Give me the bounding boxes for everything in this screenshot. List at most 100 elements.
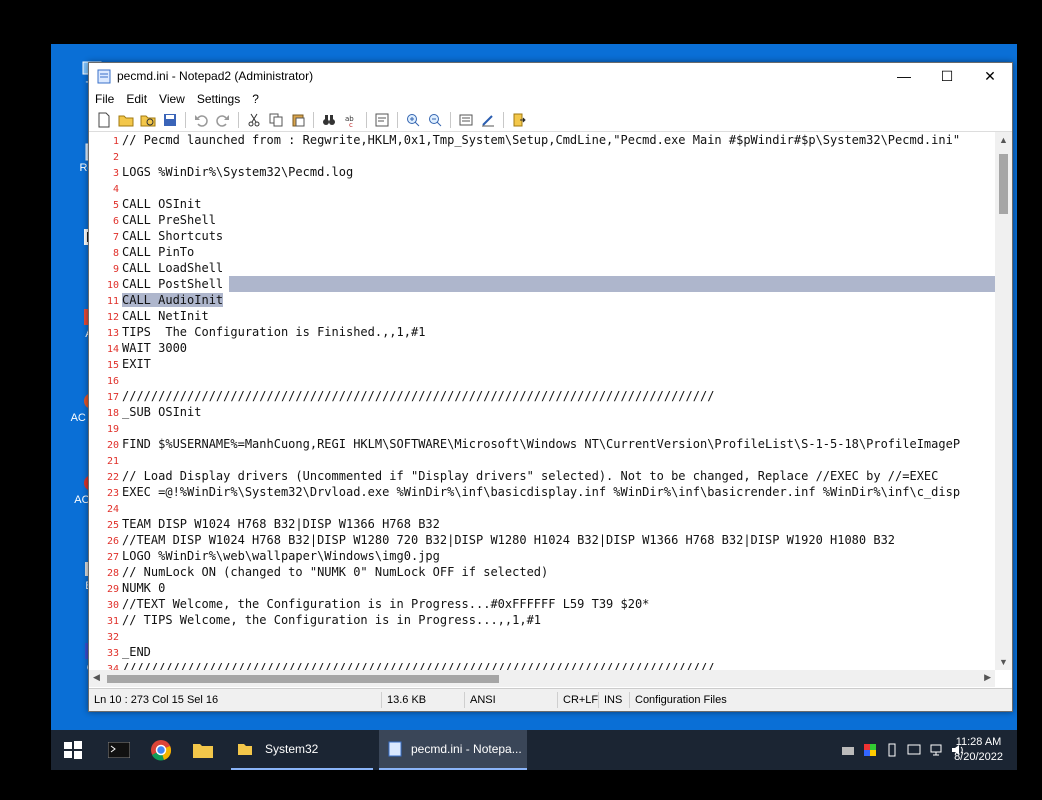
code-line[interactable]: 30//TEXT Welcome, the Configuration is i…: [89, 596, 995, 612]
code-line[interactable]: 9 CALL LoadShell: [89, 260, 995, 276]
scheme-icon[interactable]: [458, 112, 474, 128]
new-file-icon[interactable]: [96, 112, 112, 128]
code-line[interactable]: 16: [89, 372, 995, 388]
code-line[interactable]: 4: [89, 180, 995, 196]
code-line[interactable]: 19: [89, 420, 995, 436]
code-line[interactable]: 1// Pecmd launched from : Regwrite,HKLM,…: [89, 132, 995, 148]
title-bar[interactable]: pecmd.ini - Notepad2 (Administrator) — ☐…: [89, 63, 1012, 89]
taskbar-item-label: pecmd.ini - Notepa...: [411, 742, 522, 756]
code-text: EXEC =@!%WinDir%\System32\Drvload.exe %W…: [122, 485, 961, 499]
open-folder-icon[interactable]: [118, 112, 134, 128]
code-line[interactable]: 8 CALL PinTo: [89, 244, 995, 260]
status-eol[interactable]: CR+LF: [558, 692, 599, 708]
copy-icon[interactable]: [268, 112, 284, 128]
minimize-button[interactable]: —: [882, 63, 926, 89]
notepad2-window: pecmd.ini - Notepad2 (Administrator) — ☐…: [88, 62, 1013, 712]
code-line[interactable]: 2: [89, 148, 995, 164]
code-text: ////////////////////////////////////////…: [122, 661, 715, 670]
toolbar-separator: [238, 112, 239, 128]
code-line[interactable]: 24: [89, 500, 995, 516]
taskbar-item-notepad2[interactable]: pecmd.ini - Notepa...: [379, 730, 527, 770]
chat-icon: [907, 744, 921, 755]
code-line[interactable]: 3 LOGS %WinDir%\System32\Pecmd.log: [89, 164, 995, 180]
horizontal-scrollbar[interactable]: ◀ ▶: [89, 670, 995, 687]
color-app-icon: [864, 744, 876, 756]
code-line[interactable]: 6 CALL PreShell: [89, 212, 995, 228]
scroll-down-icon[interactable]: ▼: [995, 657, 1012, 667]
code-line[interactable]: 13 TIPS The Configuration is Finished.,,1…: [89, 324, 995, 340]
scroll-right-icon[interactable]: ▶: [984, 672, 991, 683]
status-encoding[interactable]: ANSI: [465, 692, 558, 708]
code-line[interactable]: 18 _SUB OSInit: [89, 404, 995, 420]
code-line[interactable]: 27 LOGO %WinDir%\web\wallpaper\Windows\im…: [89, 548, 995, 564]
code-line[interactable]: 34//////////////////////////////////////…: [89, 660, 995, 670]
notepad-icon: [388, 741, 402, 757]
customize-scheme-icon[interactable]: [480, 112, 496, 128]
code-line[interactable]: 22// Load Display drivers (Uncommented i…: [89, 468, 995, 484]
close-button[interactable]: ✕: [968, 63, 1012, 89]
taskbar-item-label: System32: [265, 742, 319, 756]
start-button[interactable]: [63, 730, 83, 770]
browse-icon[interactable]: [140, 112, 156, 128]
cut-icon[interactable]: [246, 112, 262, 128]
code-line[interactable]: 21: [89, 452, 995, 468]
toolbar-separator: [397, 112, 398, 128]
scroll-up-icon[interactable]: ▲: [995, 135, 1012, 145]
replace-icon[interactable]: ab c: [343, 112, 359, 128]
vertical-scroll-thumb[interactable]: [999, 154, 1008, 214]
paste-icon[interactable]: [290, 112, 306, 128]
code-text: WAIT 3000: [122, 341, 188, 355]
code-line[interactable]: 12 CALL NetInit: [89, 308, 995, 324]
code-line[interactable]: 7 CALL Shortcuts: [89, 228, 995, 244]
undo-icon[interactable]: [193, 112, 209, 128]
code-line[interactable]: 14 WAIT 3000: [89, 340, 995, 356]
taskbar: System32 pecmd.ini - Notepa... 11:28 AM …: [51, 730, 1017, 770]
code-line[interactable]: 11 CALL AudioInit: [89, 292, 995, 308]
menu-bar: File Edit View Settings ?: [89, 89, 1012, 109]
zoom-in-icon[interactable]: [405, 112, 421, 128]
code-text: CALL NetInit: [122, 309, 209, 323]
code-text: LOGO %WinDir%\web\wallpaper\Windows\img0…: [122, 549, 440, 563]
code-text: TEAM DISP W1024 H768 B32|DISP W1366 H768…: [122, 517, 440, 531]
save-icon[interactable]: [162, 112, 178, 128]
chrome-taskbar-icon[interactable]: [150, 730, 172, 770]
code-line[interactable]: 31// TIPS Welcome, the Configuration is …: [89, 612, 995, 628]
current-line-highlight: [229, 276, 995, 292]
status-scheme[interactable]: Configuration Files: [630, 692, 732, 708]
menu-settings[interactable]: Settings: [197, 92, 240, 106]
menu-view[interactable]: View: [159, 92, 185, 106]
code-text: FIND $%USERNAME%=ManhCuong,REGI HKLM\SOF…: [122, 437, 961, 451]
file-explorer-taskbar-icon[interactable]: [192, 730, 214, 770]
code-text: CALL PinTo: [122, 245, 195, 259]
redo-icon[interactable]: [215, 112, 231, 128]
menu-edit[interactable]: Edit: [126, 92, 147, 106]
code-line[interactable]: 17//////////////////////////////////////…: [89, 388, 995, 404]
menu-help[interactable]: ?: [252, 92, 259, 106]
scroll-left-icon[interactable]: ◀: [93, 672, 100, 683]
code-line[interactable]: 5 CALL OSInit: [89, 196, 995, 212]
maximize-button[interactable]: ☐: [925, 63, 969, 89]
vertical-scrollbar[interactable]: ▲ ▼: [995, 132, 1012, 670]
code-line[interactable]: 33 _END: [89, 644, 995, 660]
find-icon[interactable]: [321, 112, 337, 128]
menu-file[interactable]: File: [95, 92, 114, 106]
clock[interactable]: 11:28 AM 8/20/2022: [954, 735, 1003, 765]
horizontal-scroll-thumb[interactable]: [107, 675, 499, 683]
text-editor[interactable]: 1// Pecmd launched from : Regwrite,HKLM,…: [89, 132, 995, 670]
exit-icon[interactable]: [511, 112, 527, 128]
code-line[interactable]: 20 FIND $%USERNAME%=ManhCuong,REGI HKLM\S…: [89, 436, 995, 452]
zoom-out-icon[interactable]: [427, 112, 443, 128]
toolbar: ab c: [89, 109, 1012, 132]
code-line[interactable]: 10 CALL PostShell: [89, 276, 995, 292]
code-line[interactable]: 26//TEAM DISP W1024 H768 B32|DISP W1280 …: [89, 532, 995, 548]
code-line[interactable]: 23 EXEC =@!%WinDir%\System32\Drvload.exe …: [89, 484, 995, 500]
terminal-taskbar-icon[interactable]: [108, 730, 130, 770]
code-line[interactable]: 25 TEAM DISP W1024 H768 B32|DISP W1366 H7…: [89, 516, 995, 532]
code-line[interactable]: 29 NUMK 0: [89, 580, 995, 596]
code-line[interactable]: 28// NumLock ON (changed to "NUMK 0" Num…: [89, 564, 995, 580]
code-line[interactable]: 32: [89, 628, 995, 644]
code-line[interactable]: 15 EXIT: [89, 356, 995, 372]
word-wrap-icon[interactable]: [374, 112, 390, 128]
toolbar-separator: [503, 112, 504, 128]
taskbar-item-system32[interactable]: System32: [231, 730, 373, 770]
